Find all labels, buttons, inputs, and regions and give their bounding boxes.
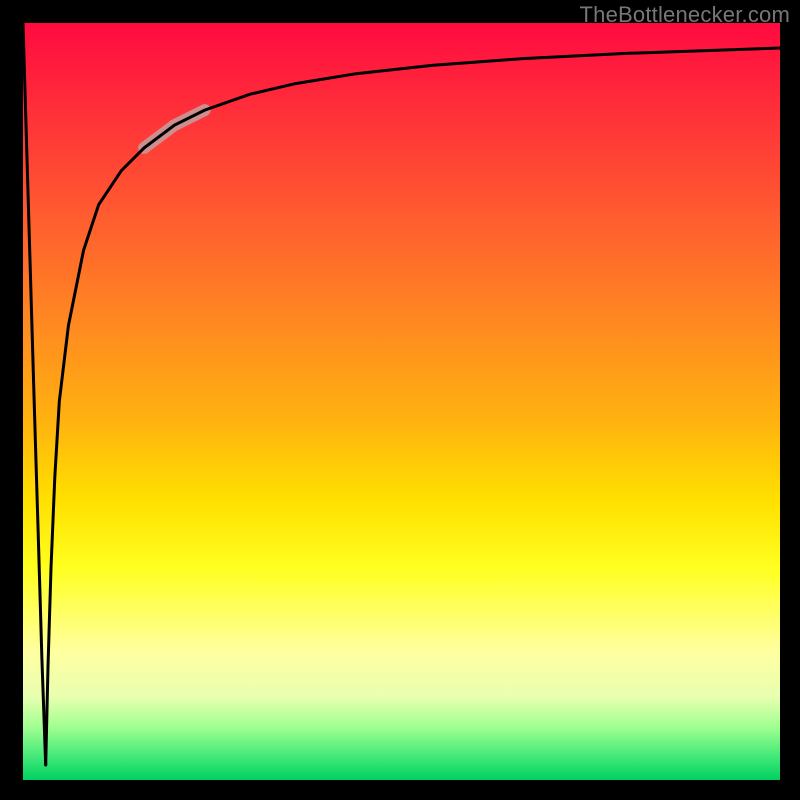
left-drop-line: [23, 23, 46, 765]
chart-container: TheBottlenecker.com: [0, 0, 800, 800]
main-curve: [46, 48, 780, 765]
source-label: TheBottlenecker.com: [580, 2, 790, 28]
chart-svg: [23, 23, 780, 780]
